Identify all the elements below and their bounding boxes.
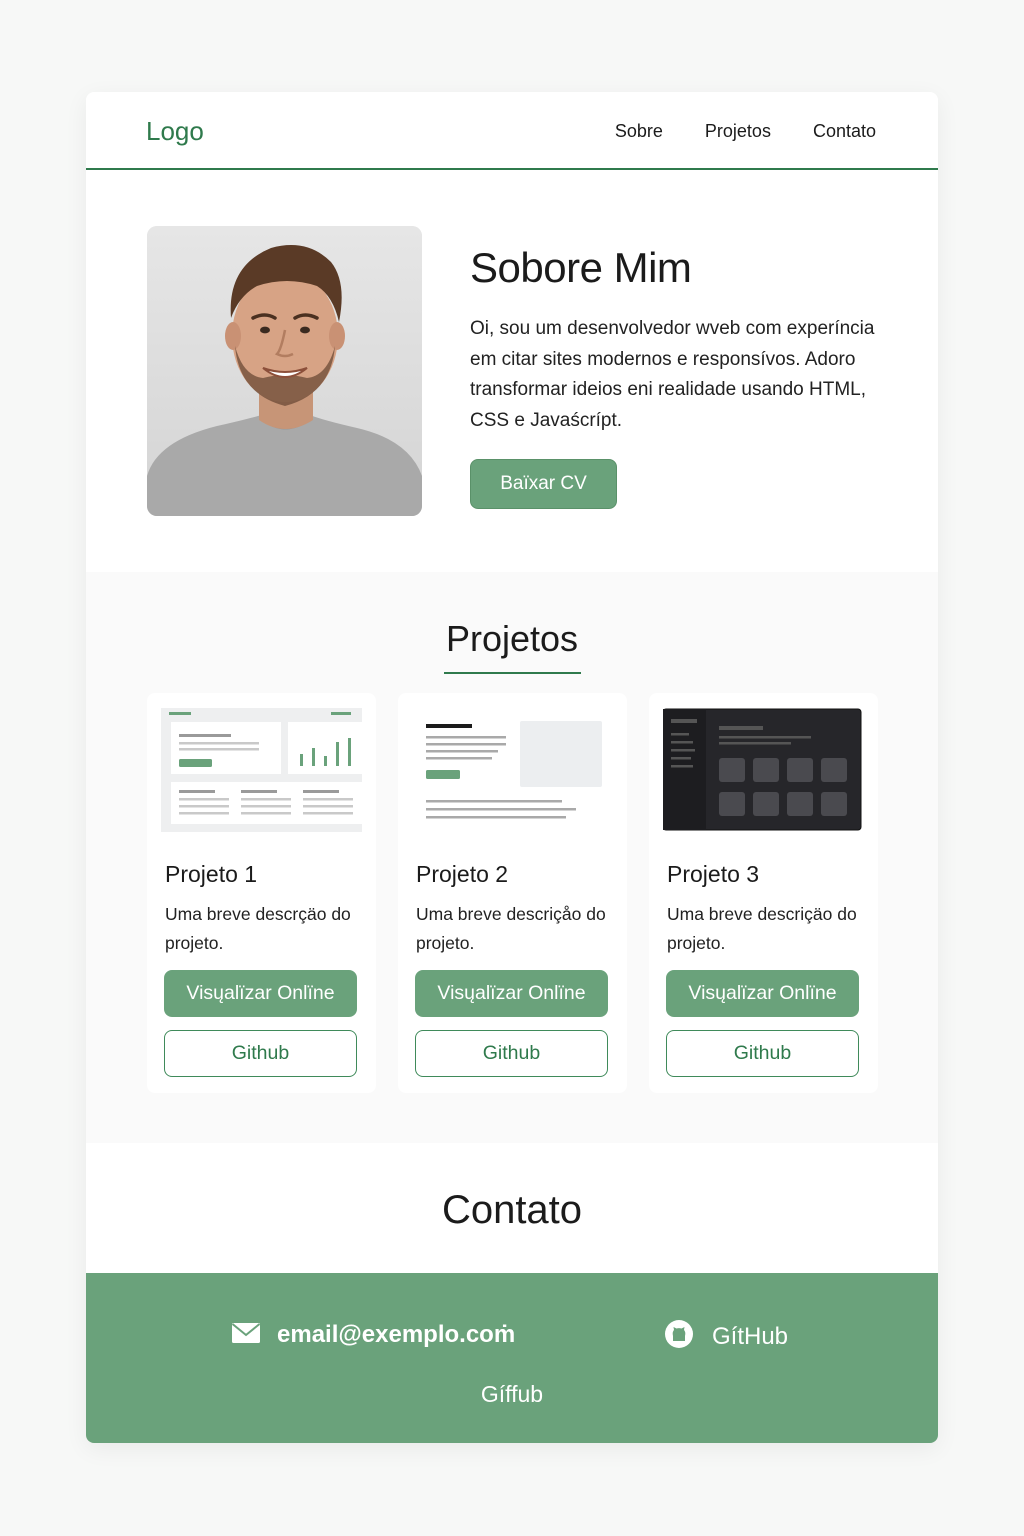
mail-icon <box>231 1322 261 1349</box>
contact-band: email@exemplo.coṁ GítHub Gíffub <box>86 1273 938 1443</box>
projects-section: Projetos Projeto 1 Uma breve descrçäo do… <box>86 572 938 1143</box>
about-title: Sobore Mim <box>470 244 692 291</box>
project-1-description: Uma breve descrçäo do projeto. <box>165 904 351 953</box>
projects-title: Projetos <box>445 618 579 659</box>
github-icon <box>664 1319 694 1354</box>
portfolio-page: Logo Sobre Projetos Contato Sobore Mim O… <box>86 92 938 1443</box>
project-3-description: Uma breve descriçäo do projeto. <box>667 904 857 953</box>
profile-photo <box>147 226 422 516</box>
project-1-github-button[interactable]: Github <box>164 1030 357 1077</box>
main-nav: Sobre Projetos Contato <box>615 121 876 142</box>
project-1-online-button[interactable]: Visųalïzar Onlïne <box>164 970 357 1017</box>
nav-link-sobre[interactable]: Sobre <box>615 121 663 142</box>
project-2-github-button[interactable]: Github <box>415 1030 608 1077</box>
project-card-2: Projeto 2 Uma breve descriçåo do projeto… <box>398 693 627 1093</box>
github-footer-text[interactable]: Gíffub <box>86 1381 938 1408</box>
project-card-1: Projeto 1 Uma breve descrçäo do projeto.… <box>147 693 376 1093</box>
about-text: Oi, sou um desenvolvedor wveb com experí… <box>470 318 875 431</box>
project-card-3: Projeto 3 Uma breve descriçäo do projeto… <box>649 693 878 1093</box>
project-2-title: Projeto 2 <box>416 861 509 887</box>
about-section: Sobore Mim Oi, sou um desenvolvedor wveb… <box>86 172 938 572</box>
nav-link-projetos[interactable]: Projetos <box>705 121 771 142</box>
project-2-online-button[interactable]: Visųalïzar Onlïne <box>415 970 608 1017</box>
project-1-thumbnail <box>161 708 362 832</box>
project-1-title: Projeto 1 <box>165 861 258 887</box>
project-2-thumbnail <box>412 708 613 832</box>
project-3-thumbnail <box>662 708 864 832</box>
logo-link[interactable]: Logo <box>146 116 204 147</box>
nav-link-contato[interactable]: Contato <box>813 121 876 142</box>
github-contact[interactable]: GítHub <box>664 1319 788 1354</box>
download-cv-button[interactable]: Baïxar CV <box>470 459 617 509</box>
contact-title: Contato <box>441 1188 583 1232</box>
project-3-github-button[interactable]: Github <box>666 1030 859 1077</box>
project-2-description: Uma breve descriçåo do projeto. <box>416 904 606 953</box>
email-address[interactable]: email@exemplo.coṁ <box>277 1321 515 1349</box>
project-3-title: Projeto 3 <box>667 861 760 887</box>
email-contact[interactable]: email@exemplo.coṁ <box>231 1321 515 1349</box>
projects-title-underline <box>444 672 581 674</box>
project-3-online-button[interactable]: Visųalïzar Onlïne <box>666 970 859 1017</box>
github-link[interactable]: GítHub <box>712 1323 788 1351</box>
site-header: Logo Sobre Projetos Contato <box>86 92 938 170</box>
